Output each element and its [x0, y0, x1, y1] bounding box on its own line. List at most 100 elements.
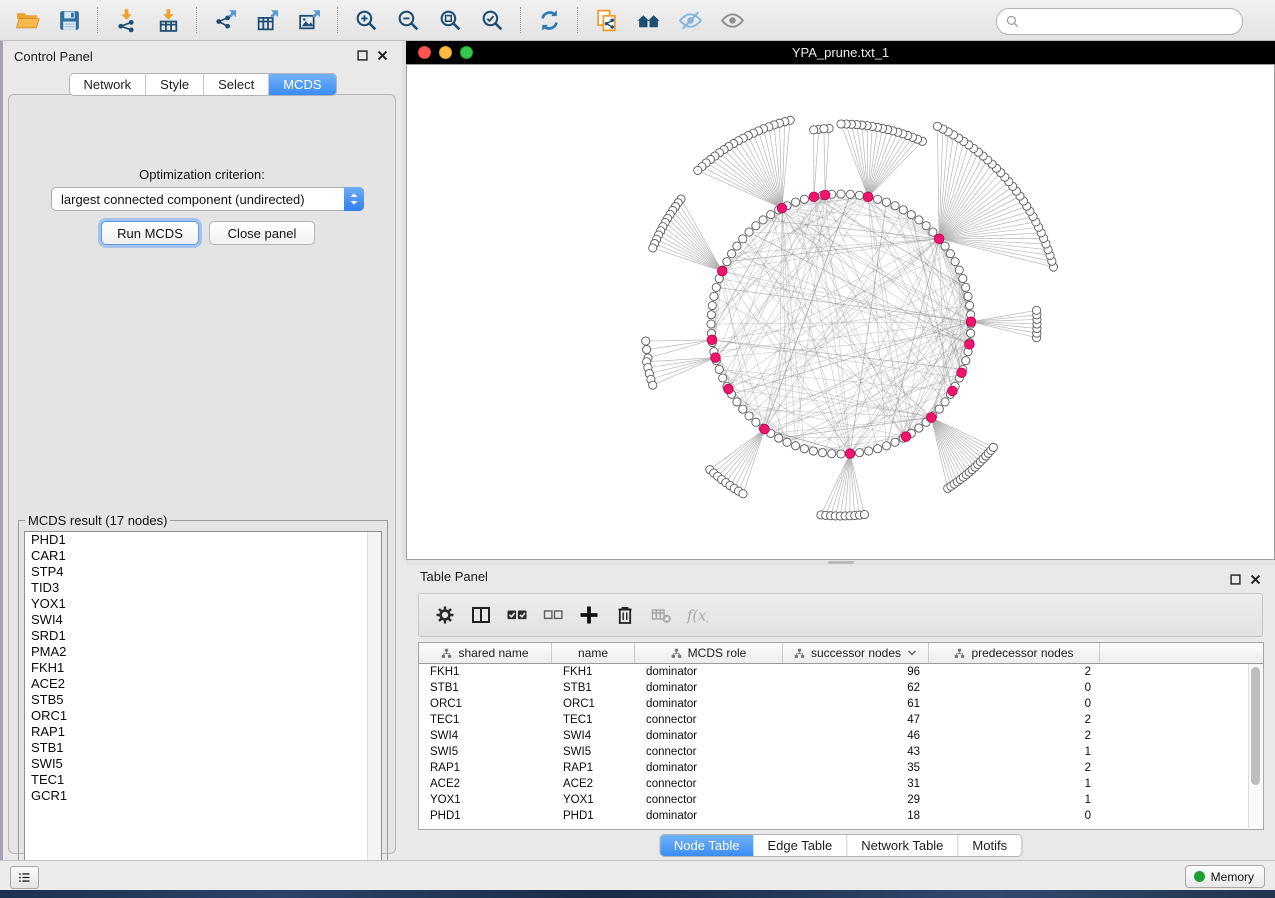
graph-node[interactable] — [935, 405, 943, 413]
graph-node[interactable] — [791, 442, 799, 450]
delete-button[interactable] — [609, 599, 641, 631]
mcds-result-item[interactable]: RAP1 — [25, 724, 381, 740]
graph-node[interactable] — [915, 216, 923, 224]
column-header-successor-nodes[interactable]: successor nodes — [783, 643, 929, 663]
graph-node[interactable] — [752, 222, 760, 230]
graph-node[interactable] — [739, 490, 747, 498]
show-all-button[interactable] — [715, 3, 749, 37]
graph-node[interactable] — [966, 301, 974, 309]
graph-hub-node[interactable] — [707, 335, 717, 345]
column-header-predecessor-nodes[interactable]: predecessor nodes — [929, 643, 1100, 663]
import-table-button[interactable] — [151, 3, 185, 37]
criterion-dropdown[interactable]: largest connected component (undirected) — [51, 187, 364, 211]
graph-node[interactable] — [891, 202, 899, 210]
graph-node[interactable] — [874, 445, 882, 453]
graph-hub-node[interactable] — [724, 384, 734, 394]
graph-node[interactable] — [745, 412, 753, 420]
graph-node[interactable] — [715, 365, 723, 373]
zoom-in-button[interactable] — [349, 3, 383, 37]
graph-node[interactable] — [922, 222, 930, 230]
graph-node[interactable] — [818, 449, 826, 457]
graph-node[interactable] — [955, 266, 963, 274]
table-row[interactable]: TEC1TEC1connector472 — [419, 712, 1263, 728]
gear-button[interactable] — [429, 599, 461, 631]
table-row[interactable]: SWI5SWI5connector431 — [419, 744, 1263, 760]
graph-node[interactable] — [733, 398, 741, 406]
mcds-result-item[interactable]: STB5 — [25, 692, 381, 708]
close-panel-icon[interactable] — [377, 50, 388, 61]
graph-node[interactable] — [891, 438, 899, 446]
graph-node[interactable] — [967, 329, 975, 337]
first-neighbors-button[interactable] — [631, 3, 665, 37]
memory-button[interactable]: Memory — [1185, 865, 1265, 888]
tab-select[interactable]: Select — [204, 74, 269, 95]
mcds-result-item[interactable]: STB1 — [25, 740, 381, 756]
mcds-result-item[interactable]: SWI4 — [25, 612, 381, 628]
mcds-result-item[interactable]: PHD1 — [25, 532, 381, 548]
graph-node[interactable] — [728, 250, 736, 258]
export-image-button[interactable] — [292, 3, 326, 37]
graph-node[interactable] — [860, 510, 868, 518]
table-row[interactable]: STB1STB1dominator620 — [419, 680, 1263, 696]
mcds-result-item[interactable]: FKH1 — [25, 660, 381, 676]
tab-network-table[interactable]: Network Table — [847, 835, 958, 856]
graph-node[interactable] — [707, 320, 715, 328]
graph-node[interactable] — [837, 450, 845, 458]
mcds-result-item[interactable]: SRD1 — [25, 628, 381, 644]
graph-node[interactable] — [964, 292, 972, 300]
search-input[interactable] — [1021, 12, 1242, 32]
graph-node[interactable] — [989, 443, 997, 451]
graph-node[interactable] — [733, 242, 741, 250]
save-button[interactable] — [52, 3, 86, 37]
close-table-panel-icon[interactable] — [1250, 574, 1261, 585]
graph-node[interactable] — [855, 191, 863, 199]
graph-hub-node[interactable] — [927, 413, 937, 423]
graph-hub-node[interactable] — [777, 203, 787, 213]
export-table-button[interactable] — [250, 3, 284, 37]
graph-hub-node[interactable] — [901, 432, 911, 442]
mcds-result-item[interactable]: YOX1 — [25, 596, 381, 612]
table-row[interactable]: RAP1RAP1dominator352 — [419, 760, 1263, 776]
search-field[interactable] — [996, 8, 1243, 35]
column-header-shared-name[interactable]: shared name — [419, 643, 552, 663]
table-row[interactable]: YOX1YOX1connector291 — [419, 792, 1263, 808]
graph-node[interactable] — [712, 283, 720, 291]
hide-selected-button[interactable] — [673, 3, 707, 37]
graph-node[interactable] — [837, 120, 845, 128]
float-table-panel-icon[interactable] — [1230, 574, 1241, 585]
export-network-button[interactable] — [208, 3, 242, 37]
graph-hub-node[interactable] — [809, 192, 819, 202]
select-all-button[interactable] — [501, 599, 533, 631]
graph-node[interactable] — [791, 198, 799, 206]
open-folder-button[interactable] — [10, 3, 44, 37]
graph-hub-node[interactable] — [760, 424, 770, 434]
graph-node[interactable] — [828, 450, 836, 458]
table-row[interactable]: ORC1ORC1dominator610 — [419, 696, 1263, 712]
graph-hub-node[interactable] — [820, 190, 830, 200]
graph-node[interactable] — [962, 283, 970, 291]
graph-node[interactable] — [865, 447, 873, 455]
mcds-result-item[interactable]: TEC1 — [25, 772, 381, 788]
graph-node[interactable] — [767, 211, 775, 219]
graph-node[interactable] — [899, 206, 907, 214]
graph-node[interactable] — [941, 398, 949, 406]
graph-hub-node[interactable] — [965, 340, 975, 350]
graph-node[interactable] — [643, 345, 651, 353]
graph-node[interactable] — [642, 337, 650, 345]
split-columns-button[interactable] — [465, 599, 497, 631]
graph-node[interactable] — [694, 166, 702, 174]
graph-node[interactable] — [745, 228, 753, 236]
column-header-MCDS-role[interactable]: MCDS role — [635, 643, 783, 663]
refresh-button[interactable] — [532, 3, 566, 37]
mcds-result-item[interactable]: TID3 — [25, 580, 381, 596]
graph-node[interactable] — [759, 216, 767, 224]
graph-node[interactable] — [907, 211, 915, 219]
graph-node[interactable] — [800, 195, 808, 203]
mcds-list-scrollbar[interactable] — [367, 532, 381, 877]
graph-hub-node[interactable] — [966, 317, 976, 327]
tab-style[interactable]: Style — [146, 74, 204, 95]
column-header-name[interactable]: name — [552, 643, 635, 663]
mcds-result-item[interactable]: CAR1 — [25, 548, 381, 564]
graph-node[interactable] — [649, 244, 657, 252]
graph-node[interactable] — [800, 445, 808, 453]
